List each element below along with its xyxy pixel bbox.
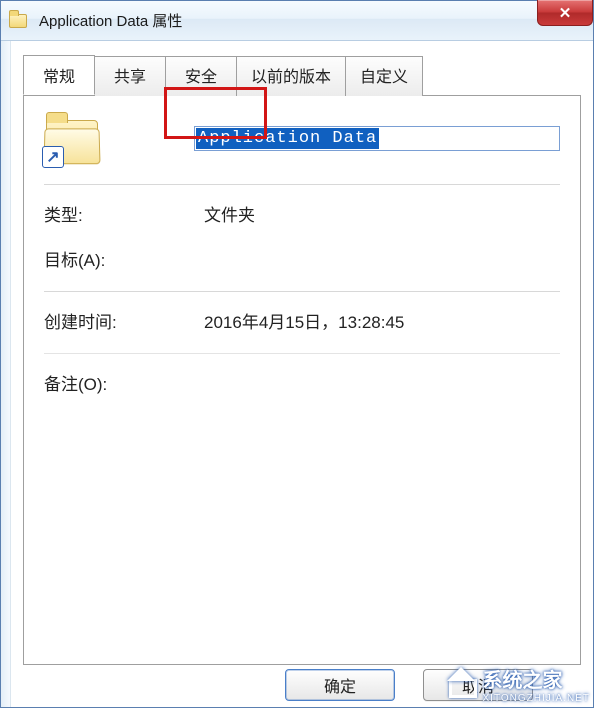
separator (44, 291, 560, 292)
created-value: 2016年4月15日，13:28:45 (204, 308, 560, 333)
tab-sharing[interactable]: 共享 (94, 56, 166, 96)
close-icon: ✕ (559, 4, 572, 22)
type-label: 类型: (44, 201, 204, 226)
button-bar: 确定 取消 (1, 669, 593, 701)
dialog-body: 常规 共享 安全 以前的版本 自定义 ↗ Application Data (1, 41, 593, 707)
tab-label: 常规 (43, 69, 75, 86)
tab-label: 以前的版本 (251, 69, 331, 86)
tab-label: 共享 (114, 69, 146, 86)
close-button[interactable]: ✕ (537, 0, 593, 26)
tab-label: 安全 (185, 69, 217, 86)
tab-security[interactable]: 安全 (165, 56, 237, 96)
properties-dialog: Application Data 属性 ✕ 常规 共享 安全 以前的版本 自定义… (0, 0, 594, 708)
name-input-value: Application Data (196, 128, 379, 149)
tab-previous-versions[interactable]: 以前的版本 (236, 56, 346, 96)
comment-value (204, 370, 560, 395)
target-label: 目标(A): (44, 246, 204, 271)
shortcut-overlay-icon: ↗ (42, 146, 64, 168)
name-input[interactable]: Application Data (194, 126, 560, 151)
cancel-button[interactable]: 取消 (423, 669, 533, 701)
type-value: 文件夹 (204, 201, 560, 226)
tab-general[interactable]: 常规 (23, 55, 95, 95)
titlebar[interactable]: Application Data 属性 ✕ (1, 1, 593, 41)
separator (44, 184, 560, 185)
tab-label: 自定义 (360, 69, 408, 86)
folder-icon (9, 11, 29, 31)
tab-custom[interactable]: 自定义 (345, 56, 423, 96)
tab-strip: 常规 共享 安全 以前的版本 自定义 (23, 55, 589, 95)
target-value (204, 246, 560, 271)
button-label: 确定 (324, 673, 356, 697)
comment-label: 备注(O): (44, 370, 204, 395)
window-title: Application Data 属性 (39, 10, 182, 31)
left-gutter (1, 41, 11, 707)
tab-panel-general: ↗ Application Data 类型: 文件夹 目标(A): 创建时间: … (23, 95, 581, 665)
button-label: 取消 (462, 673, 494, 697)
ok-button[interactable]: 确定 (285, 669, 395, 701)
separator (44, 353, 560, 354)
created-label: 创建时间: (44, 308, 204, 333)
folder-shortcut-icon: ↗ (44, 118, 100, 162)
